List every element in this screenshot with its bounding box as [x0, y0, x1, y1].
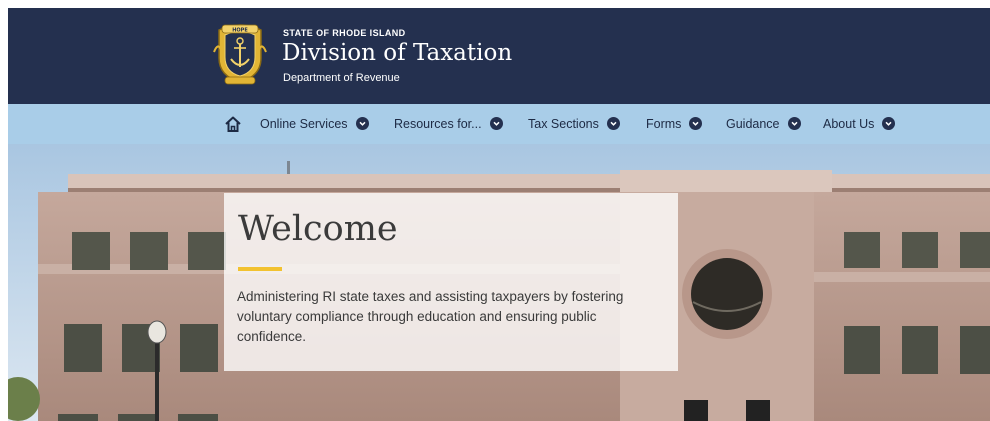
nav-label: Online Services — [260, 117, 348, 131]
welcome-title: Welcome — [238, 209, 398, 249]
welcome-panel: Welcome Administering RI state taxes and… — [224, 193, 678, 371]
page: HOPE STATE OF RHODE ISLAND Division of T… — [8, 8, 990, 421]
nav-tax-sections[interactable]: Tax Sections — [528, 104, 620, 144]
nav-about-us[interactable]: About Us — [823, 104, 896, 144]
chevron-down-icon — [787, 117, 801, 131]
nav-guidance[interactable]: Guidance — [726, 104, 801, 144]
home-icon[interactable] — [223, 114, 243, 134]
chevron-down-icon — [689, 117, 703, 131]
nav-online-services[interactable]: Online Services — [260, 104, 369, 144]
site-header: HOPE STATE OF RHODE ISLAND Division of T… — [8, 8, 990, 104]
chevron-down-icon — [606, 117, 620, 131]
nav-label: Guidance — [726, 117, 780, 131]
site-subtitle: Department of Revenue — [283, 72, 400, 84]
seal-text: HOPE — [232, 28, 248, 34]
main-nav: Online Services Resources for... Tax Sec… — [8, 104, 990, 144]
hero-banner: Welcome Administering RI state taxes and… — [8, 144, 990, 421]
anchor-seal-icon[interactable]: HOPE — [209, 22, 271, 86]
state-label: STATE OF RHODE ISLAND — [283, 28, 406, 38]
chevron-down-icon — [355, 117, 369, 131]
nav-forms[interactable]: Forms — [646, 104, 703, 144]
site-title[interactable]: Division of Taxation — [282, 40, 512, 66]
nav-resources-for[interactable]: Resources for... — [394, 104, 503, 144]
nav-label: Forms — [646, 117, 682, 131]
nav-label: Tax Sections — [528, 117, 599, 131]
accent-rule — [238, 267, 282, 271]
chevron-down-icon — [489, 117, 503, 131]
welcome-text: Administering RI state taxes and assisti… — [237, 289, 624, 344]
nav-label: Resources for... — [394, 117, 482, 131]
chevron-down-icon — [882, 117, 896, 131]
nav-label: About Us — [823, 117, 875, 131]
